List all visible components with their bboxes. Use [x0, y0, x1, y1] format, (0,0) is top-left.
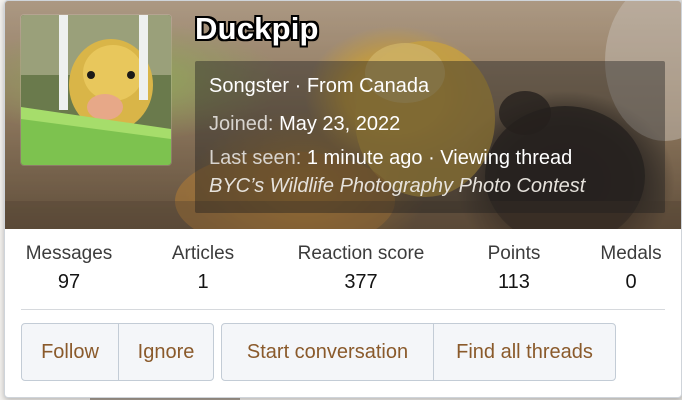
stat-label: Reaction score	[297, 243, 425, 264]
activity-label: Viewing thread	[440, 147, 573, 169]
member-stats: Messages 97 Articles 1 Reaction score 37…	[5, 229, 681, 309]
stat-label: Medals	[600, 243, 662, 264]
profile-banner: Duckpip Songster · From Canada Joined: M…	[5, 1, 681, 229]
avatar-duckling-image	[21, 15, 171, 165]
activity-thread-link[interactable]: BYC’s Wildlife Photography Photo Contest	[209, 175, 585, 198]
stat-messages[interactable]: Messages 97	[21, 243, 117, 294]
user-title-line: Songster · From Canada	[209, 75, 429, 98]
stat-label: Articles	[171, 243, 235, 264]
stats-divider	[21, 309, 665, 310]
stat-articles[interactable]: Articles 1	[165, 243, 241, 294]
start-conversation-button[interactable]: Start conversation	[221, 323, 434, 381]
stat-points[interactable]: Points 113	[481, 243, 547, 294]
stat-value: 113	[498, 271, 530, 293]
joined-line: Joined: May 23, 2022	[209, 113, 400, 136]
location-prefix: From	[306, 75, 354, 97]
member-tooltip-card: Duckpip Songster · From Canada Joined: M…	[4, 0, 682, 398]
stat-value: 97	[57, 271, 81, 293]
last-seen-label: Last seen:	[209, 147, 302, 169]
follow-button[interactable]: Follow	[21, 323, 119, 381]
last-seen-line: Last seen: 1 minute ago · Viewing thread	[209, 147, 572, 170]
stat-medals[interactable]: Medals 0	[595, 243, 667, 294]
user-title: Songster	[209, 75, 290, 97]
location-link[interactable]: Canada	[359, 75, 429, 97]
stat-reaction-score[interactable]: Reaction score 377	[290, 243, 432, 294]
joined-value: May 23, 2022	[279, 113, 401, 135]
user-info-box: Songster · From Canada Joined: May 23, 2…	[195, 61, 665, 213]
joined-label: Joined:	[209, 113, 274, 135]
stat-value: 377	[344, 271, 378, 293]
separator-dot: ·	[428, 147, 441, 169]
stat-label: Points	[487, 243, 541, 264]
stat-label: Messages	[25, 243, 113, 264]
stat-value: 1	[197, 271, 209, 293]
separator-dot: ·	[294, 75, 307, 97]
avatar[interactable]	[21, 15, 171, 165]
ignore-button[interactable]: Ignore	[118, 323, 214, 381]
stat-value: 0	[625, 271, 637, 293]
find-all-threads-button[interactable]: Find all threads	[433, 323, 616, 381]
last-seen-value: 1 minute ago	[306, 147, 423, 169]
username[interactable]: Duckpip	[195, 11, 319, 47]
